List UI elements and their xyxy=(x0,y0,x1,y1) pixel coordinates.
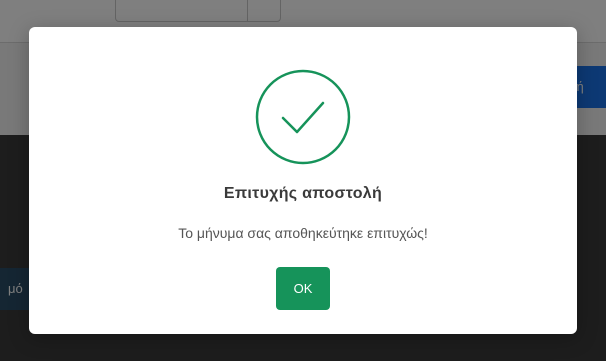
dialog-title: Επιτυχής αποστολή xyxy=(223,185,383,202)
dialog-message: Το μήνυμα σας αποθηκεύτηκε επιτυχώς! xyxy=(178,225,428,241)
ok-button[interactable]: OK xyxy=(276,267,330,310)
check-circle-icon xyxy=(254,68,352,166)
success-dialog: Επιτυχής αποστολή Το μήνυμα σας αποθηκεύ… xyxy=(29,27,577,334)
